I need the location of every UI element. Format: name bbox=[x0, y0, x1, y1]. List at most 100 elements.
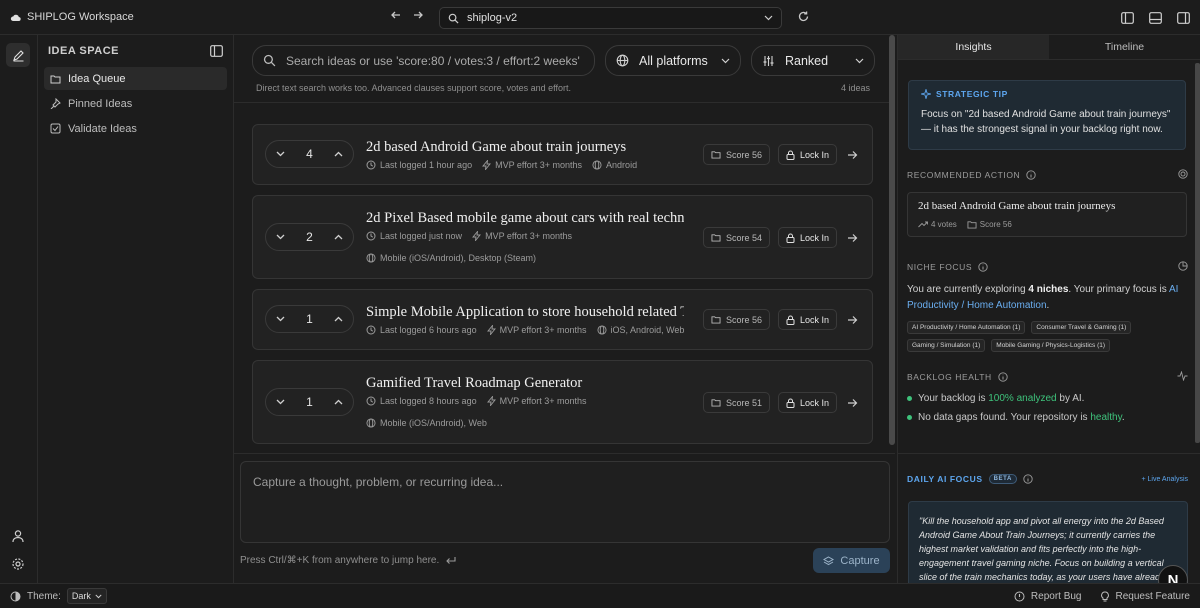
idea-title[interactable]: 2d based Android Game about train journe… bbox=[366, 139, 684, 156]
niche-tag[interactable]: Gaming / Simulation (1) bbox=[907, 339, 986, 352]
health-status: healthy bbox=[1090, 412, 1122, 423]
toggle-right-panel-icon[interactable] bbox=[1174, 9, 1192, 27]
collapse-sidebar-icon[interactable] bbox=[210, 45, 223, 57]
info-icon[interactable] bbox=[998, 372, 1008, 382]
idea-card[interactable]: 1 Simple Mobile Application to store hou… bbox=[252, 289, 873, 350]
open-arrow-icon[interactable] bbox=[847, 150, 858, 160]
niche-tag[interactable]: Consumer Travel & Gaming (1) bbox=[1031, 321, 1132, 334]
request-feature-link[interactable]: Request Feature bbox=[1100, 591, 1190, 602]
open-arrow-icon[interactable] bbox=[847, 398, 858, 408]
upvote-chevron-icon[interactable] bbox=[334, 316, 343, 322]
niche-text-pre: You are currently exploring bbox=[907, 284, 1029, 295]
capture-input[interactable]: Capture a thought, problem, or recurring… bbox=[240, 461, 890, 543]
platform-filter[interactable]: All platforms bbox=[605, 45, 741, 76]
open-arrow-icon[interactable] bbox=[847, 315, 858, 325]
recommended-title: 2d based Android Game about train journe… bbox=[918, 200, 1116, 212]
toggle-bottom-panel-icon[interactable] bbox=[1146, 9, 1164, 27]
idea-title[interactable]: 2d Pixel Based mobile game about cars wi… bbox=[366, 210, 684, 227]
idea-card[interactable]: 1 Gamified Travel Roadmap Generator Last… bbox=[252, 360, 873, 444]
info-icon[interactable] bbox=[1026, 170, 1036, 180]
lock-in-button[interactable]: Lock In bbox=[777, 309, 837, 330]
divider bbox=[234, 102, 895, 103]
status-dot bbox=[907, 396, 912, 401]
upvote-chevron-icon[interactable] bbox=[334, 151, 343, 157]
sidebar-item-idea-queue[interactable]: Idea Queue bbox=[44, 67, 227, 90]
mvp-effort: MVP effort 3+ months bbox=[495, 160, 583, 170]
live-analysis-link[interactable]: + Live Analysis bbox=[1142, 476, 1189, 483]
niche-tag[interactable]: AI Productivity / Home Automation (1) bbox=[907, 321, 1026, 334]
trend-up-icon bbox=[918, 221, 928, 228]
sidebar-item-label: Idea Queue bbox=[68, 72, 126, 85]
beta-badge: BETA bbox=[988, 474, 1017, 484]
main-scrollbar[interactable] bbox=[889, 35, 895, 445]
recommended-action-card[interactable]: 2d based Android Game about train journe… bbox=[907, 192, 1187, 237]
lock-in-button[interactable]: Lock In bbox=[777, 227, 837, 248]
capture-button[interactable]: Capture bbox=[813, 548, 890, 573]
downvote-chevron-icon[interactable] bbox=[276, 399, 285, 405]
globe-icon bbox=[366, 418, 376, 428]
backlog-health-label: BACKLOG HEALTH bbox=[907, 372, 992, 382]
sort-select[interactable]: Ranked bbox=[751, 45, 875, 76]
score-badge: Score 54 bbox=[702, 227, 770, 248]
platforms: iOS, Android, Web bbox=[610, 325, 685, 335]
tab-insights[interactable]: Insights bbox=[898, 35, 1049, 59]
sidebar-item-pinned-ideas[interactable]: Pinned Ideas bbox=[44, 92, 227, 115]
health-row: No data gaps found. Your repository is h… bbox=[907, 412, 1192, 423]
toggle-left-panel-icon[interactable] bbox=[1118, 9, 1136, 27]
idea-list: 4 2d based Android Game about train jour… bbox=[252, 124, 873, 449]
vote-control: 2 bbox=[265, 223, 354, 251]
footer: Theme: Dark Report Bug Request Feature bbox=[0, 583, 1200, 608]
idea-title[interactable]: Simple Mobile Application to store house… bbox=[366, 304, 684, 321]
refresh-icon[interactable] bbox=[797, 10, 810, 23]
info-icon[interactable] bbox=[1023, 474, 1033, 484]
compose-button[interactable] bbox=[6, 43, 30, 67]
theme-label: Theme: bbox=[27, 590, 61, 602]
downvote-chevron-icon[interactable] bbox=[276, 151, 285, 157]
last-logged: Last logged 8 hours ago bbox=[380, 396, 477, 406]
repo-selector[interactable]: shiplog-v2 bbox=[439, 7, 782, 29]
recommended-score: Score 56 bbox=[979, 220, 1012, 229]
idea-count: 4 ideas bbox=[840, 83, 870, 93]
forward-arrow-icon[interactable] bbox=[412, 9, 424, 21]
main-content: Search ideas or use 'score:80 / votes:3 … bbox=[234, 35, 895, 583]
tab-timeline[interactable]: Timeline bbox=[1049, 35, 1200, 59]
globe-icon bbox=[592, 160, 602, 170]
theme-select[interactable]: Dark bbox=[66, 588, 107, 604]
report-bug-link[interactable]: Report Bug bbox=[1014, 591, 1082, 602]
lock-in-button[interactable]: Lock In bbox=[777, 144, 837, 165]
upvote-chevron-icon[interactable] bbox=[334, 399, 343, 405]
platforms: Android bbox=[606, 160, 638, 170]
back-arrow-icon[interactable] bbox=[390, 9, 402, 21]
sort-label: Ranked bbox=[785, 53, 829, 68]
info-icon[interactable] bbox=[978, 262, 988, 272]
folder-icon bbox=[711, 315, 721, 324]
niche-text-mid: . Your primary focus is bbox=[1068, 284, 1170, 295]
score-label: Score 56 bbox=[725, 314, 762, 325]
idea-title[interactable]: Gamified Travel Roadmap Generator bbox=[366, 375, 684, 392]
sidebar-item-validate-ideas[interactable]: Validate Ideas bbox=[44, 117, 227, 140]
theme-icon bbox=[10, 591, 21, 602]
user-icon[interactable] bbox=[11, 529, 25, 543]
repo-name: shiplog-v2 bbox=[467, 12, 518, 24]
search-input[interactable]: Search ideas or use 'score:80 / votes:3 … bbox=[252, 45, 595, 76]
downvote-chevron-icon[interactable] bbox=[276, 316, 285, 322]
chevron-down-icon bbox=[764, 15, 773, 21]
insights-scrollbar[interactable] bbox=[1195, 63, 1200, 443]
gear-icon[interactable] bbox=[11, 557, 25, 571]
globe-icon bbox=[597, 325, 607, 335]
mvp-effort: MVP effort 3+ months bbox=[499, 325, 587, 335]
upvote-chevron-icon[interactable] bbox=[334, 234, 343, 240]
lock-in-button[interactable]: Lock In bbox=[777, 392, 837, 413]
globe-icon bbox=[616, 54, 629, 67]
capture-hint: Press Ctrl/⌘+K from anywhere to jump her… bbox=[240, 555, 440, 566]
strategic-tip: STRATEGIC TIP Focus on "2d based Android… bbox=[908, 80, 1186, 150]
downvote-chevron-icon[interactable] bbox=[276, 234, 285, 240]
open-arrow-icon[interactable] bbox=[847, 233, 858, 243]
sidebar-title: IDEA SPACE bbox=[48, 45, 120, 57]
lock-in-label: Lock In bbox=[799, 314, 829, 325]
platforms: Mobile (iOS/Android), Desktop (Steam) bbox=[380, 253, 537, 263]
clock-icon bbox=[366, 160, 376, 170]
idea-card[interactable]: 2 2d Pixel Based mobile game about cars … bbox=[252, 195, 873, 279]
idea-card[interactable]: 4 2d based Android Game about train jour… bbox=[252, 124, 873, 185]
niche-tag[interactable]: Mobile Gaming / Physics-Logistics (1) bbox=[991, 339, 1111, 352]
